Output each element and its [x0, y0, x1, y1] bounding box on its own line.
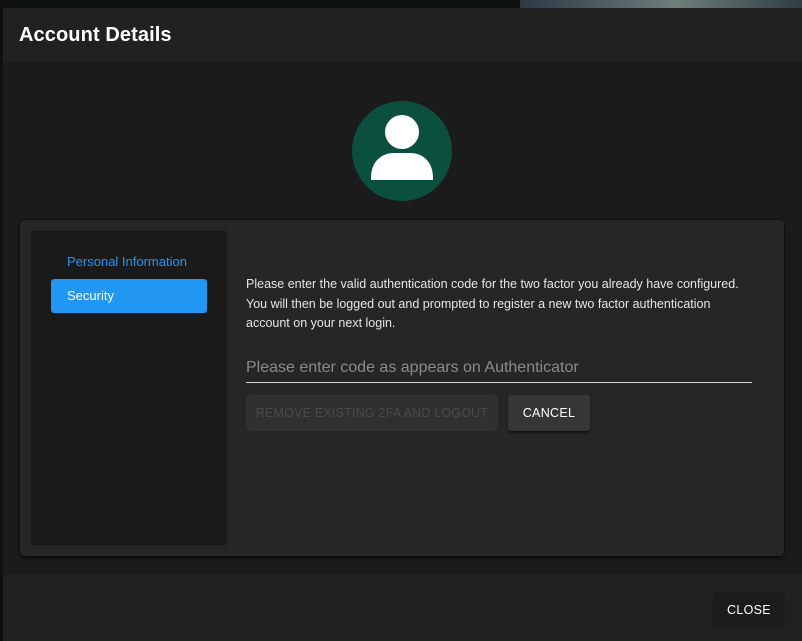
settings-card: Personal Information Security Please ent…	[20, 220, 784, 556]
security-description: Please enter the valid authentication co…	[246, 277, 739, 330]
dialog-title: Account Details	[3, 8, 802, 62]
cancel-button[interactable]: CANCEL	[508, 395, 590, 431]
account-details-dialog: Account Details Personal Information Sec…	[3, 8, 802, 641]
person-icon	[371, 115, 433, 180]
dialog-body: Personal Information Security Please ent…	[3, 62, 802, 575]
background-image-strip	[520, 0, 802, 8]
dialog-actions: CLOSE	[3, 575, 802, 641]
security-panel: Please enter the valid authentication co…	[246, 275, 756, 431]
sidebar-item-security[interactable]: Security	[51, 279, 207, 313]
remove-2fa-logout-button[interactable]: REMOVE EXISTING 2FA AND LOGOUT	[246, 395, 498, 431]
avatar	[352, 101, 452, 201]
close-button[interactable]: CLOSE	[713, 592, 785, 628]
settings-sidenav: Personal Information Security	[31, 231, 227, 545]
sidebar-item-personal-information[interactable]: Personal Information	[51, 245, 207, 279]
authenticator-code-input[interactable]	[246, 353, 752, 383]
